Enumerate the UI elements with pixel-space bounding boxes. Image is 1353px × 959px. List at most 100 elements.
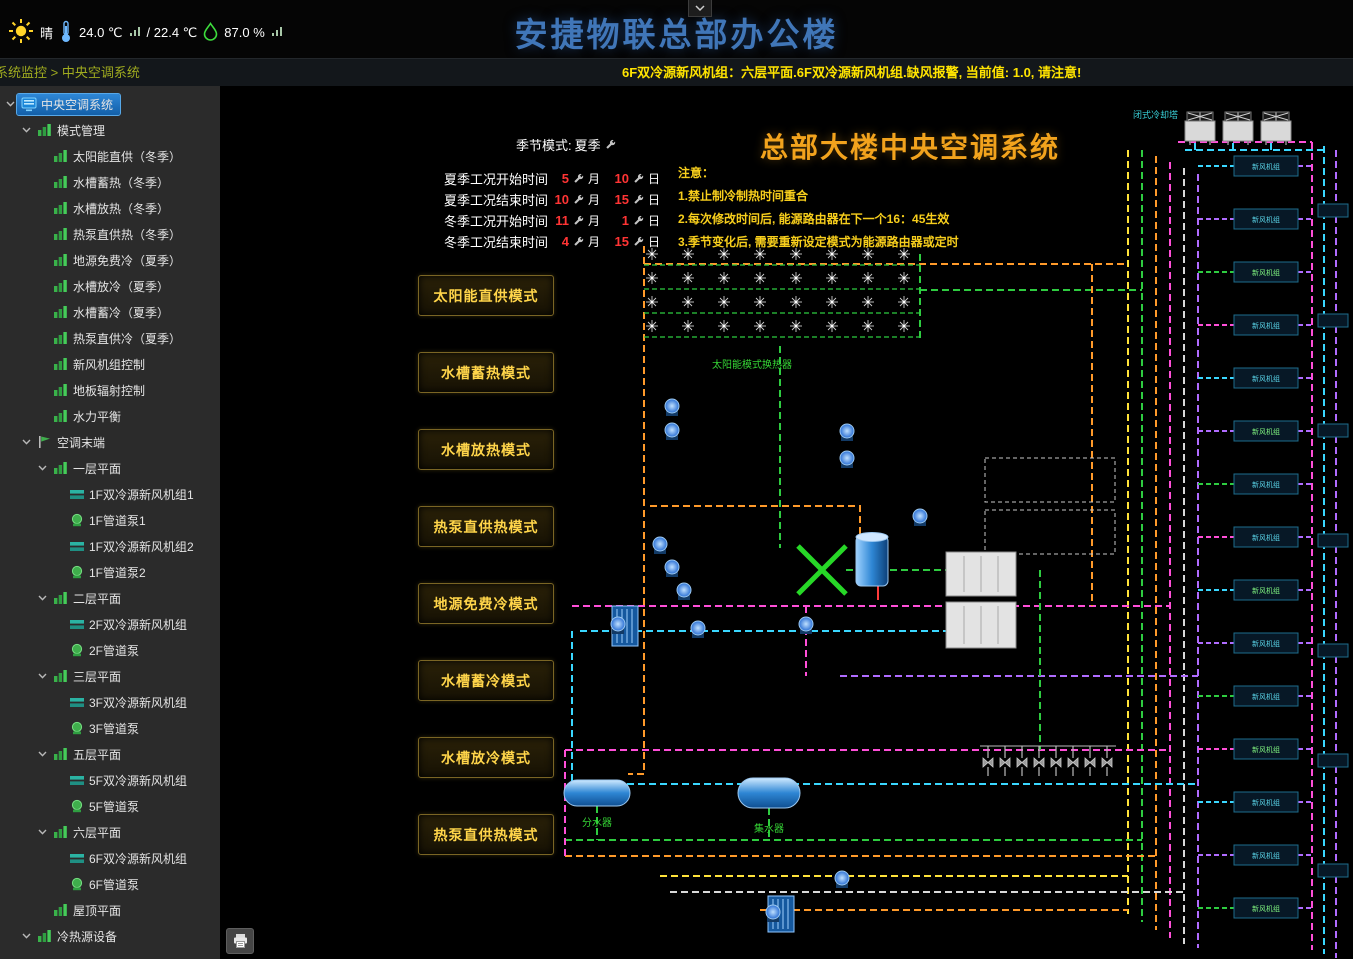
wrench-icon[interactable] xyxy=(573,236,584,247)
tree-item[interactable]: 新风机组控制 xyxy=(0,351,220,377)
wrench-icon[interactable] xyxy=(573,194,584,205)
tree-item[interactable]: 水槽放热（冬季） xyxy=(0,195,220,221)
mode-button[interactable]: 水槽蓄冷模式 xyxy=(418,660,554,701)
schedule-month-value[interactable]: 10 xyxy=(551,192,569,207)
device-box-small[interactable] xyxy=(1318,864,1348,877)
schedule-day-value[interactable]: 10 xyxy=(611,171,629,186)
schedule-day-value[interactable]: 1 xyxy=(611,213,629,228)
device-box[interactable]: 新风机组 xyxy=(1198,845,1312,865)
tree-item[interactable]: 3F管道泵 xyxy=(0,715,220,741)
device-box[interactable]: 新风机组 xyxy=(1198,686,1312,706)
mode-button[interactable]: 热泵直供热模式 xyxy=(418,814,554,855)
device-box-small[interactable] xyxy=(1318,424,1348,437)
tree-item[interactable]: 1F双冷源新风机组2 xyxy=(0,533,220,559)
schedule-day-value[interactable]: 15 xyxy=(611,234,629,249)
device-box-small[interactable] xyxy=(1318,754,1348,767)
schedule-month-value[interactable]: 5 xyxy=(551,171,569,186)
device-box[interactable]: 新风机组 xyxy=(1198,898,1312,918)
wrench-icon[interactable] xyxy=(633,215,644,226)
bars-icon xyxy=(52,461,69,476)
device-box[interactable]: 新风机组 xyxy=(1198,262,1312,282)
wrench-icon[interactable] xyxy=(573,215,584,226)
breadcrumb[interactable]: 系统监控 > 中央空调系统 xyxy=(0,59,140,87)
schedule-month-value[interactable]: 4 xyxy=(551,234,569,249)
device-box[interactable]: 新风机组 xyxy=(1198,474,1312,494)
mode-button[interactable]: 热泵直供热模式 xyxy=(418,506,554,547)
device-box[interactable]: 新风机组 xyxy=(1198,368,1312,388)
chevron-down-icon[interactable] xyxy=(36,751,49,757)
solar-collector xyxy=(754,320,766,332)
tree-item[interactable]: 1F管道泵2 xyxy=(0,559,220,585)
tree-item[interactable]: 地源免费冷（夏季） xyxy=(0,247,220,273)
tree-item[interactable]: 中央空调系统 xyxy=(0,91,220,117)
mode-button[interactable]: 水槽蓄热模式 xyxy=(418,352,554,393)
wrench-icon[interactable] xyxy=(633,194,644,205)
tree-item[interactable]: 空调末端 xyxy=(0,429,220,455)
tree-item[interactable]: 1F管道泵1 xyxy=(0,507,220,533)
device-box[interactable]: 新风机组 xyxy=(1198,792,1312,812)
wrench-icon[interactable] xyxy=(633,173,644,184)
chevron-down-icon[interactable] xyxy=(20,127,33,133)
device-box[interactable]: 新风机组 xyxy=(1198,209,1312,229)
tree-item[interactable]: 五层平面 xyxy=(0,741,220,767)
chevron-down-icon[interactable] xyxy=(36,829,49,835)
device-box[interactable]: 新风机组 xyxy=(1198,527,1312,547)
chevron-down-icon[interactable] xyxy=(20,439,33,445)
wrench-icon[interactable] xyxy=(605,139,616,150)
tree-item[interactable]: 热泵直供冷（夏季） xyxy=(0,325,220,351)
tree-item-label: 地源免费冷（夏季） xyxy=(73,252,181,269)
pump xyxy=(835,871,849,888)
tree-item[interactable]: 冷热源设备 xyxy=(0,923,220,949)
device-box[interactable]: 新风机组 xyxy=(1198,156,1312,176)
mode-button[interactable]: 地源免费冷模式 xyxy=(418,583,554,624)
tree-item[interactable]: 一层平面 xyxy=(0,455,220,481)
header-collapse-button[interactable] xyxy=(688,0,712,17)
device-box[interactable]: 新风机组 xyxy=(1198,739,1312,759)
device-box-small[interactable] xyxy=(1318,644,1348,657)
device-box-small[interactable] xyxy=(1318,314,1348,327)
tree-item[interactable]: 太阳能直供（冬季） xyxy=(0,143,220,169)
device-box[interactable]: 新风机组 xyxy=(1198,633,1312,653)
tree-item[interactable]: 二层平面 xyxy=(0,585,220,611)
device-box-small[interactable] xyxy=(1318,204,1348,217)
chevron-down-icon[interactable] xyxy=(36,465,49,471)
mode-button[interactable]: 太阳能直供模式 xyxy=(418,275,554,316)
chevron-down-icon[interactable] xyxy=(20,933,33,939)
tree-item[interactable]: 5F双冷源新风机组 xyxy=(0,767,220,793)
tree-item[interactable]: 屋顶平面 xyxy=(0,897,220,923)
device-box-small[interactable] xyxy=(1318,534,1348,547)
wrench-icon[interactable] xyxy=(633,236,644,247)
tree-item[interactable]: 水槽蓄热（冬季） xyxy=(0,169,220,195)
tree-item[interactable]: 模式管理 xyxy=(0,117,220,143)
tree-item[interactable]: 地板辐射控制 xyxy=(0,377,220,403)
wrench-icon[interactable] xyxy=(573,173,584,184)
mode-button[interactable]: 水槽放热模式 xyxy=(418,429,554,470)
chevron-down-icon[interactable] xyxy=(36,595,49,601)
tree-item[interactable]: 6F双冷源新风机组 xyxy=(0,845,220,871)
tree-item[interactable]: 2F双冷源新风机组 xyxy=(0,611,220,637)
tree-item[interactable]: 6F管道泵 xyxy=(0,871,220,897)
tree-item[interactable]: 水力平衡 xyxy=(0,403,220,429)
bars-icon xyxy=(52,825,69,840)
chevron-down-icon[interactable] xyxy=(36,673,49,679)
schedule-month-value[interactable]: 11 xyxy=(551,213,569,228)
schedule-label: 夏季工况开始时间 xyxy=(444,169,548,188)
schedule-day-value[interactable]: 15 xyxy=(611,192,629,207)
device-box[interactable]: 新风机组 xyxy=(1198,315,1312,335)
tree-item[interactable]: 水槽蓄冷（夏季） xyxy=(0,299,220,325)
mode-button[interactable]: 水槽放冷模式 xyxy=(418,737,554,778)
tree-item[interactable]: 热泵直供热（冬季） xyxy=(0,221,220,247)
tree-item[interactable]: 2F管道泵 xyxy=(0,637,220,663)
tree-item[interactable]: 1F双冷源新风机组1 xyxy=(0,481,220,507)
device-box[interactable]: 新风机组 xyxy=(1198,421,1312,441)
tree-item[interactable]: 三层平面 xyxy=(0,663,220,689)
tree-item-body: 5F双冷源新风机组 xyxy=(65,770,194,791)
print-button[interactable] xyxy=(226,928,254,954)
chevron-down-icon[interactable] xyxy=(4,101,17,107)
tree-item[interactable]: 六层平面 xyxy=(0,819,220,845)
device-box[interactable]: 新风机组 xyxy=(1198,580,1312,600)
tree-item[interactable]: 5F管道泵 xyxy=(0,793,220,819)
tree-item[interactable]: 3F双冷源新风机组 xyxy=(0,689,220,715)
pump xyxy=(840,451,854,468)
tree-item[interactable]: 水槽放冷（夏季） xyxy=(0,273,220,299)
